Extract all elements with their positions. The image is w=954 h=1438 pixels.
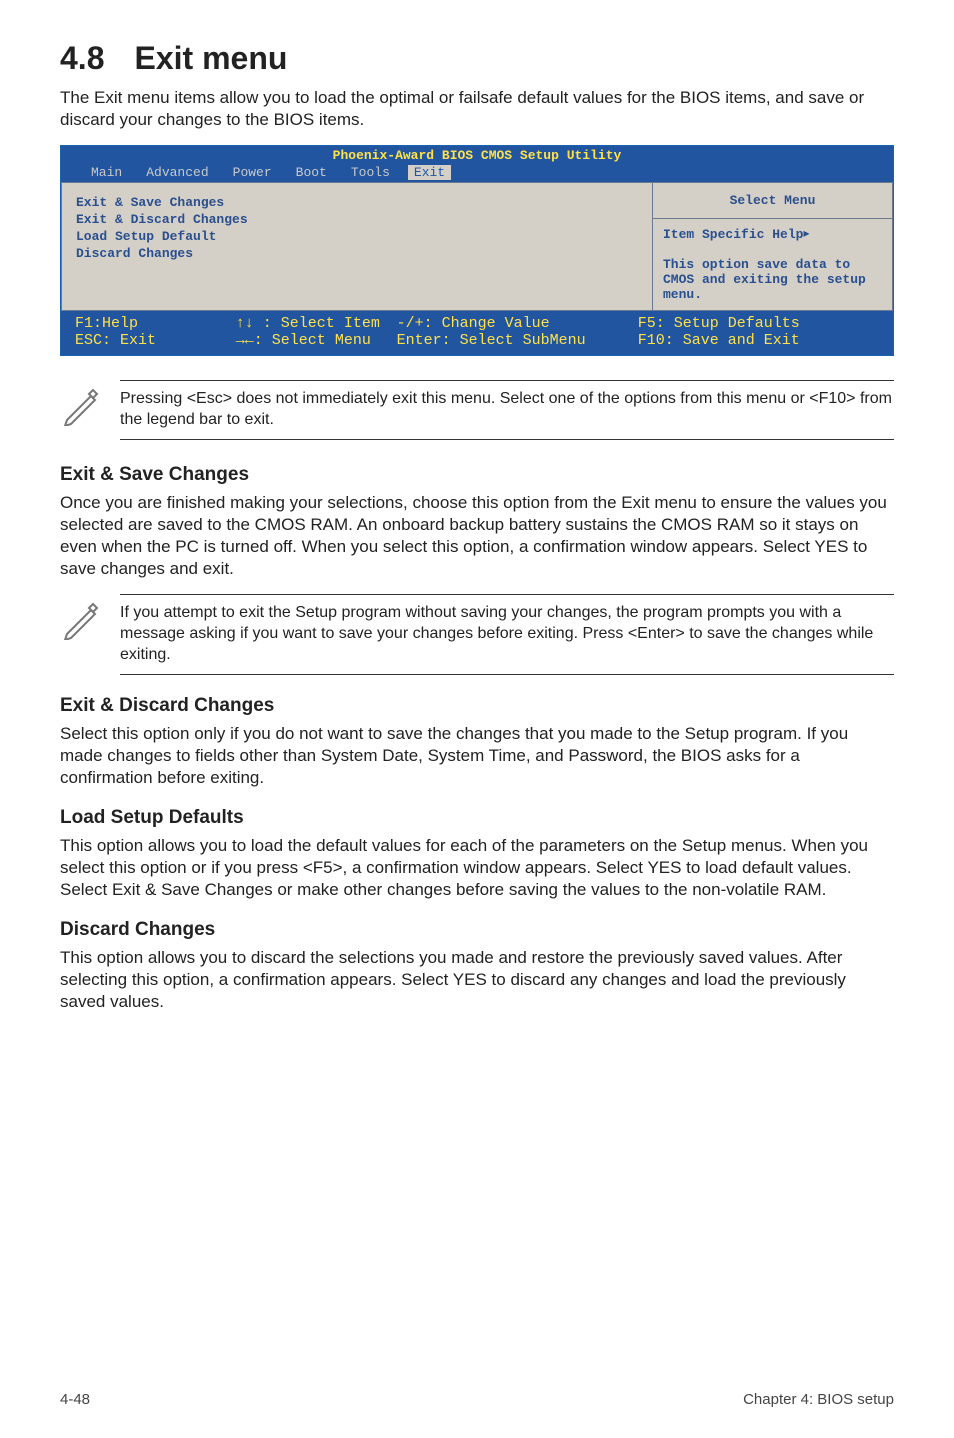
bios-legend-bar: F1:Help ↑↓ : Select Item -/+: Change Val…	[61, 311, 893, 355]
note-text-1: Pressing <Esc> does not immediately exit…	[120, 380, 894, 440]
bios-help-item: Item Specific Help▶	[663, 227, 882, 242]
bios-legend-enter: Enter: Select SubMenu	[397, 332, 638, 349]
pencil-icon	[60, 380, 102, 431]
pencil-icon	[60, 594, 102, 645]
bios-legend-select-item: ↑↓ : Select Item	[236, 315, 397, 332]
heading-exit-discard: Exit & Discard Changes	[60, 695, 894, 717]
bios-tab-exit[interactable]: Exit	[408, 165, 451, 180]
bios-legend-change: -/+: Change Value	[397, 315, 638, 332]
bios-help-title: Select Menu	[653, 182, 893, 219]
heading-discard-changes: Discard Changes	[60, 919, 894, 941]
bios-help-desc: This option save data to CMOS and exitin…	[663, 257, 882, 302]
bios-legend-f10: F10: Save and Exit	[638, 332, 879, 349]
bios-tab-power[interactable]: Power	[227, 165, 278, 180]
heading-load-defaults: Load Setup Defaults	[60, 807, 894, 829]
note-box-2: If you attempt to exit the Setup program…	[60, 594, 894, 674]
bios-option-exit-discard[interactable]: Exit & Discard Changes	[76, 212, 638, 227]
bios-tab-boot[interactable]: Boot	[290, 165, 333, 180]
note-box-1: Pressing <Esc> does not immediately exit…	[60, 380, 894, 440]
bios-help-panel: Select Menu Item Specific Help▶ This opt…	[653, 182, 893, 311]
body-exit-discard: Select this option only if you do not wa…	[60, 723, 894, 789]
main-content: 4.8 Exit menu The Exit menu items allow y…	[60, 40, 894, 1361]
intro-paragraph: The Exit menu items allow you to load th…	[60, 87, 894, 131]
bios-option-exit-save[interactable]: Exit & Save Changes	[76, 195, 638, 210]
bios-body: Exit & Save Changes Exit & Discard Chang…	[61, 182, 893, 311]
note-text-2: If you attempt to exit the Setup program…	[120, 594, 894, 674]
page-footer: 4-48 Chapter 4: BIOS setup	[60, 1361, 894, 1408]
section-number: 4.8	[60, 40, 104, 76]
bios-help-item-text: Item Specific Help	[663, 227, 803, 242]
page-container: 4.8 Exit menu The Exit menu items allow y…	[0, 0, 954, 1438]
page-title: 4.8 Exit menu	[60, 40, 894, 77]
body-discard-changes: This option allows you to discard the se…	[60, 947, 894, 1013]
bios-help-body: Item Specific Help▶ This option save dat…	[653, 219, 893, 311]
bios-legend-f1: F1:Help	[75, 315, 236, 332]
bios-legend-esc: ESC: Exit	[75, 332, 236, 349]
bios-screenshot: Phoenix-Award BIOS CMOS Setup Utility Ma…	[60, 145, 894, 356]
bios-option-load-default[interactable]: Load Setup Default	[76, 229, 638, 244]
bios-legend-f5: F5: Setup Defaults	[638, 315, 879, 332]
body-load-defaults: This option allows you to load the defau…	[60, 835, 894, 901]
section-title: Exit menu	[134, 40, 287, 76]
bios-legend-select-menu: →←: Select Menu	[236, 332, 397, 349]
chapter-label: Chapter 4: BIOS setup	[743, 1391, 894, 1408]
bios-options-panel: Exit & Save Changes Exit & Discard Chang…	[61, 182, 653, 311]
bios-tab-main[interactable]: Main	[85, 165, 128, 180]
bios-tab-advanced[interactable]: Advanced	[140, 165, 214, 180]
bios-title: Phoenix-Award BIOS CMOS Setup Utility	[61, 146, 893, 165]
bios-tab-bar: Main Advanced Power Boot Tools Exit	[61, 165, 893, 182]
body-exit-save: Once you are finished making your select…	[60, 492, 894, 580]
bios-option-discard[interactable]: Discard Changes	[76, 246, 638, 261]
page-number: 4-48	[60, 1391, 90, 1408]
bios-tab-tools[interactable]: Tools	[345, 165, 396, 180]
heading-exit-save: Exit & Save Changes	[60, 464, 894, 486]
triangle-right-icon: ▶	[803, 230, 809, 241]
